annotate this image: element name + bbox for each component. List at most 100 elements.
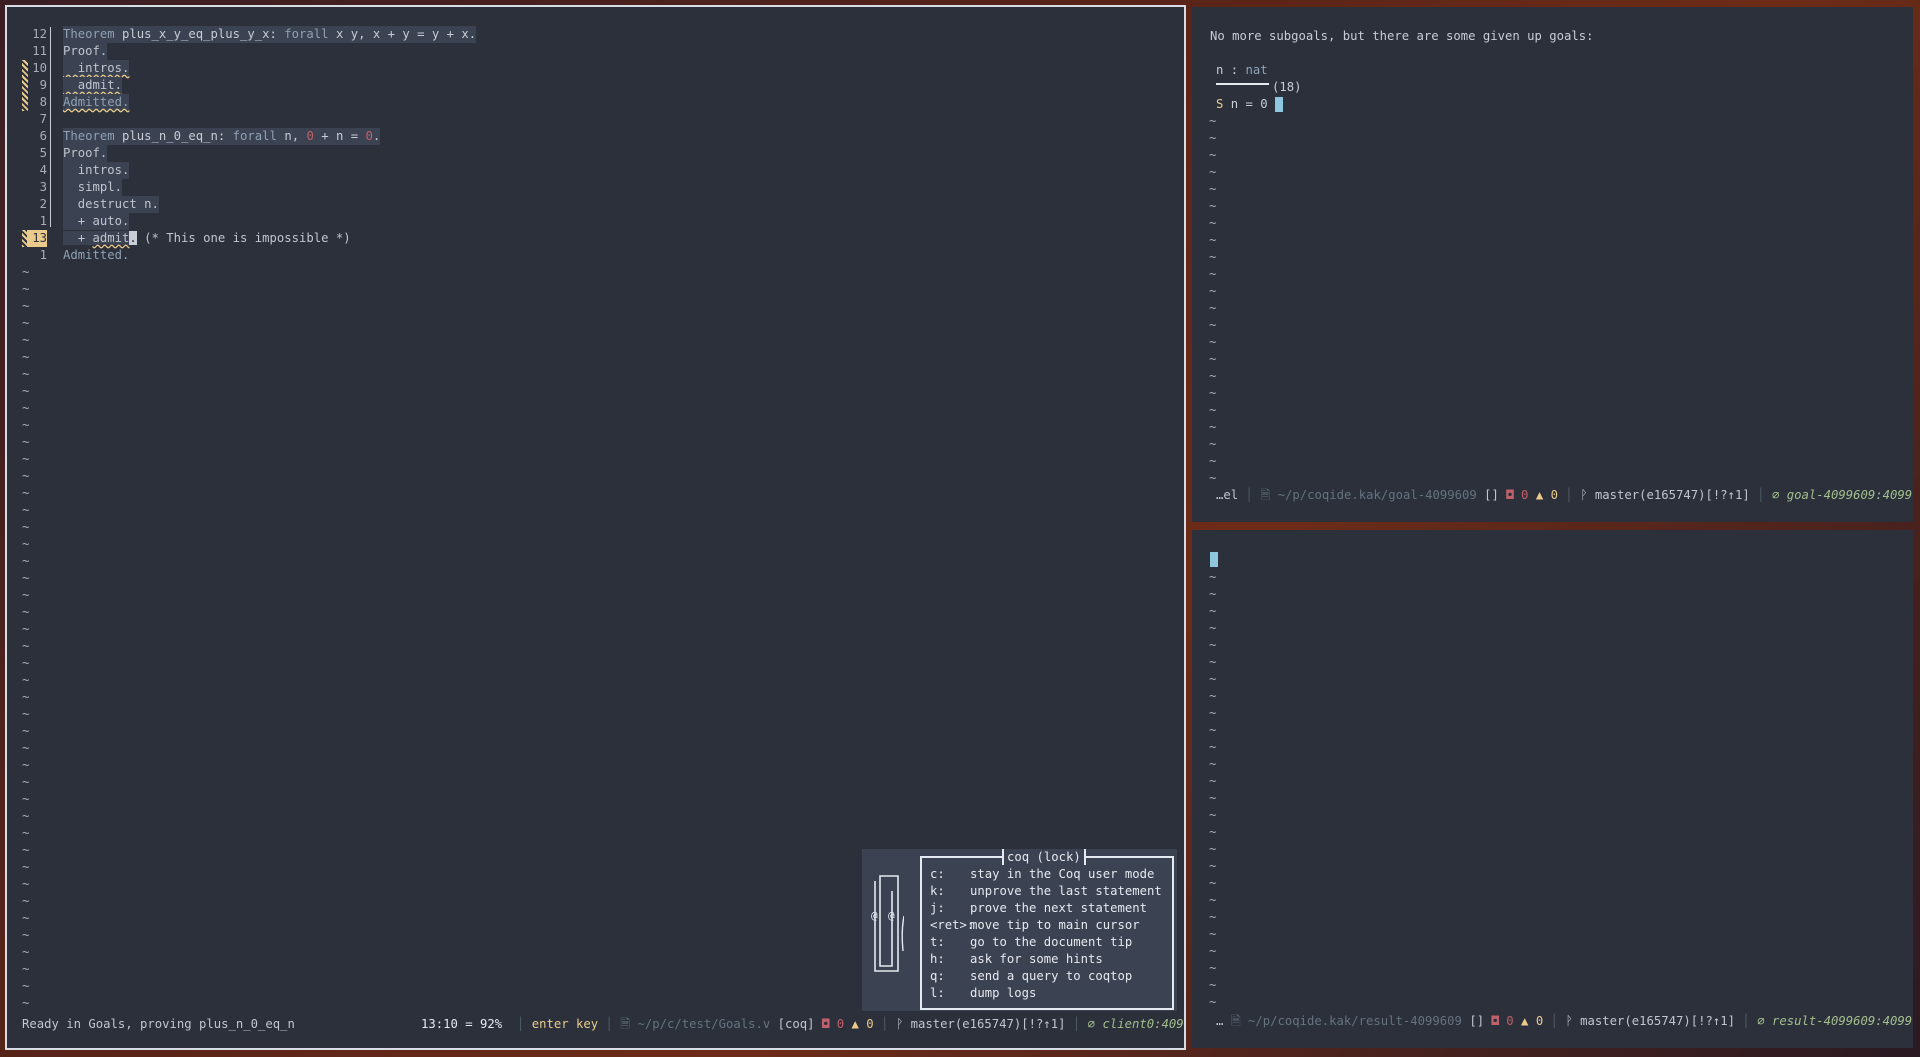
goal-header: No more subgoals, but there are some giv… [1210, 29, 1594, 43]
line-number: 1 [39, 214, 47, 228]
svg-text:@: @ [871, 909, 878, 922]
text-cursor [1275, 97, 1284, 112]
git-branch: master(e165747)[!?↑1] [1580, 1014, 1736, 1028]
client-name: client0:4099178 [1102, 1017, 1184, 1031]
code-line[interactable]: intros. [63, 60, 130, 77]
main-modeline: 13:10 = 92% │ enter key │ 🗎 ~/p/c/test/G… [421, 1015, 1184, 1033]
file-path[interactable]: ~/p/coqide.kak/goal-4099609 [1278, 488, 1477, 502]
code-line[interactable]: admit. [63, 77, 123, 94]
goal-window[interactable]: No more subgoals, but there are some giv… [1192, 7, 1913, 522]
infobox-description: go to the document tip [970, 935, 1133, 949]
line-number: 6 [39, 129, 47, 143]
infobox-description: send a query to coqtop [970, 969, 1133, 983]
line-number: 10 [32, 61, 47, 75]
line-number: 3 [39, 180, 47, 194]
branch-icon: ᚹ [1565, 1014, 1573, 1028]
warning-count: 0 [1550, 488, 1558, 502]
error-count: 0 [1506, 1014, 1514, 1028]
goal-index: (18) [1272, 80, 1302, 94]
error-icon: ◘ [821, 1017, 830, 1031]
code-line[interactable]: Proof. [63, 43, 108, 60]
infobox-key: t: [930, 935, 945, 949]
error-icon: ◘ [1491, 1014, 1499, 1028]
infobox-key: q: [930, 969, 945, 983]
warning-count: 0 [1535, 1014, 1544, 1028]
branch-icon: ᚹ [895, 1017, 904, 1031]
infobox-description: prove the next statement [970, 901, 1148, 915]
infobox-description: stay in the Coq user mode [970, 867, 1155, 881]
branch-icon: ᚹ [1580, 488, 1588, 502]
infobox-description: dump logs [970, 986, 1037, 1000]
code-line[interactable]: Theorem plus_x_y_eq_plus_y_x: forall x y… [63, 26, 477, 43]
file-icon: 🗎 [1230, 1014, 1241, 1028]
file-icon: 🗎 [620, 1017, 631, 1031]
warning-icon: ▲ [1521, 1014, 1529, 1028]
goal-separator [1216, 83, 1269, 85]
error-count: 0 [836, 1017, 845, 1031]
cursor-position: 13:10 = 92% [421, 1017, 503, 1031]
code-line[interactable]: Proof. [63, 145, 108, 162]
line-number: 8 [39, 95, 47, 109]
text-cursor [1210, 552, 1218, 567]
gutter-separator [50, 27, 51, 227]
line-number: 1 [39, 248, 47, 262]
infobox-title: coq (lock) [1002, 849, 1086, 865]
infobox-key: c: [930, 867, 945, 881]
error-icon: ◘ [1506, 488, 1514, 502]
code-line[interactable]: Admitted. [63, 247, 129, 264]
status-message: Ready in Goals, proving plus_n_0_eq_n [22, 1017, 295, 1031]
main-editor-window[interactable]: 12 Theorem plus_x_y_eq_plus_y_x: forall … [7, 7, 1184, 1048]
buffer-abbrev: … [1216, 1014, 1224, 1028]
file-path[interactable]: ~/p/c/test/Goals.v [638, 1017, 771, 1031]
infobox-key: j: [930, 901, 945, 915]
infobox-description: move tip to main cursor [970, 918, 1140, 932]
filetype: [] [1484, 488, 1499, 502]
line-number: 12 [32, 27, 47, 41]
line-number-current: 13 [27, 230, 47, 247]
file-path[interactable]: ~/p/coqide.kak/result-4099609 [1248, 1014, 1462, 1028]
infobox-key: <ret>: [930, 918, 975, 932]
coq-mode-infobox: @ @ coq (lock) c: stay in the Coq user mo… [862, 849, 1177, 1011]
line-number: 11 [32, 44, 47, 58]
client-icon: ⌀ [1087, 1017, 1096, 1031]
infobox-key: l: [930, 986, 945, 1000]
infobox-description: ask for some hints [970, 952, 1103, 966]
result-window[interactable]: ~ ~ ~ ~ ~ ~ ~ ~ ~ ~ ~ ~ ~ ~ ~ ~ ~ ~ ~ ~ ~ ~ ~ ~ ~ ~ … 🗎 ~/p/coqid… [1192, 530, 1913, 1048]
mode-indicator: enter key [531, 1017, 599, 1031]
git-branch: master(e165747)[!?↑1] [910, 1017, 1066, 1031]
infobox-description: unprove the last statement [970, 884, 1162, 898]
code-line[interactable]: intros. [63, 162, 130, 179]
client-name: result-4099609:4099178 [1771, 1014, 1913, 1028]
client-icon: ⌀ [1771, 488, 1780, 502]
file-icon: 🗎 [1260, 488, 1271, 502]
error-count: 0 [1521, 488, 1529, 502]
client-name: goal-4099609:4099178 [1786, 488, 1913, 502]
code-line[interactable]: Admitted. [63, 94, 130, 111]
goal-modeline: …el │ 🗎 ~/p/coqide.kak/goal-4099609 [] ◘… [1216, 486, 1913, 504]
infobox-key: k: [930, 884, 945, 898]
line-number: 2 [39, 197, 47, 211]
code-line[interactable]: simpl. [63, 179, 123, 196]
code-line[interactable]: Theorem plus_n_0_eq_n: forall n, 0 + n =… [63, 128, 381, 145]
client-icon: ⌀ [1757, 1014, 1765, 1028]
warning-icon: ▲ [1535, 488, 1544, 502]
filetype: [coq] [777, 1017, 815, 1031]
result-modeline: … 🗎 ~/p/coqide.kak/result-4099609 [] ◘ 0… [1216, 1012, 1913, 1030]
warning-icon: ▲ [851, 1017, 859, 1031]
code-line-current[interactable]: + admit. (* This one is impossible *) [63, 230, 351, 247]
infobox-key: h: [930, 952, 945, 966]
hypothesis: n : nat [1216, 63, 1268, 77]
line-number: 5 [39, 146, 47, 160]
filetype: [] [1469, 1014, 1485, 1028]
git-branch: master(e165747)[!?↑1] [1594, 488, 1750, 502]
svg-text:@: @ [888, 909, 895, 922]
line-number: 9 [39, 78, 47, 92]
paperclip-icon: @ @ [870, 871, 905, 972]
code-line[interactable]: + auto. [63, 213, 130, 230]
warning-count: 0 [866, 1017, 874, 1031]
line-number: 4 [39, 163, 47, 177]
buffer-abbrev: …el [1216, 488, 1239, 502]
line-number: 7 [39, 112, 47, 126]
code-line[interactable]: destruct n. [63, 196, 159, 213]
goal-statement: S n = 0 [1216, 96, 1284, 113]
